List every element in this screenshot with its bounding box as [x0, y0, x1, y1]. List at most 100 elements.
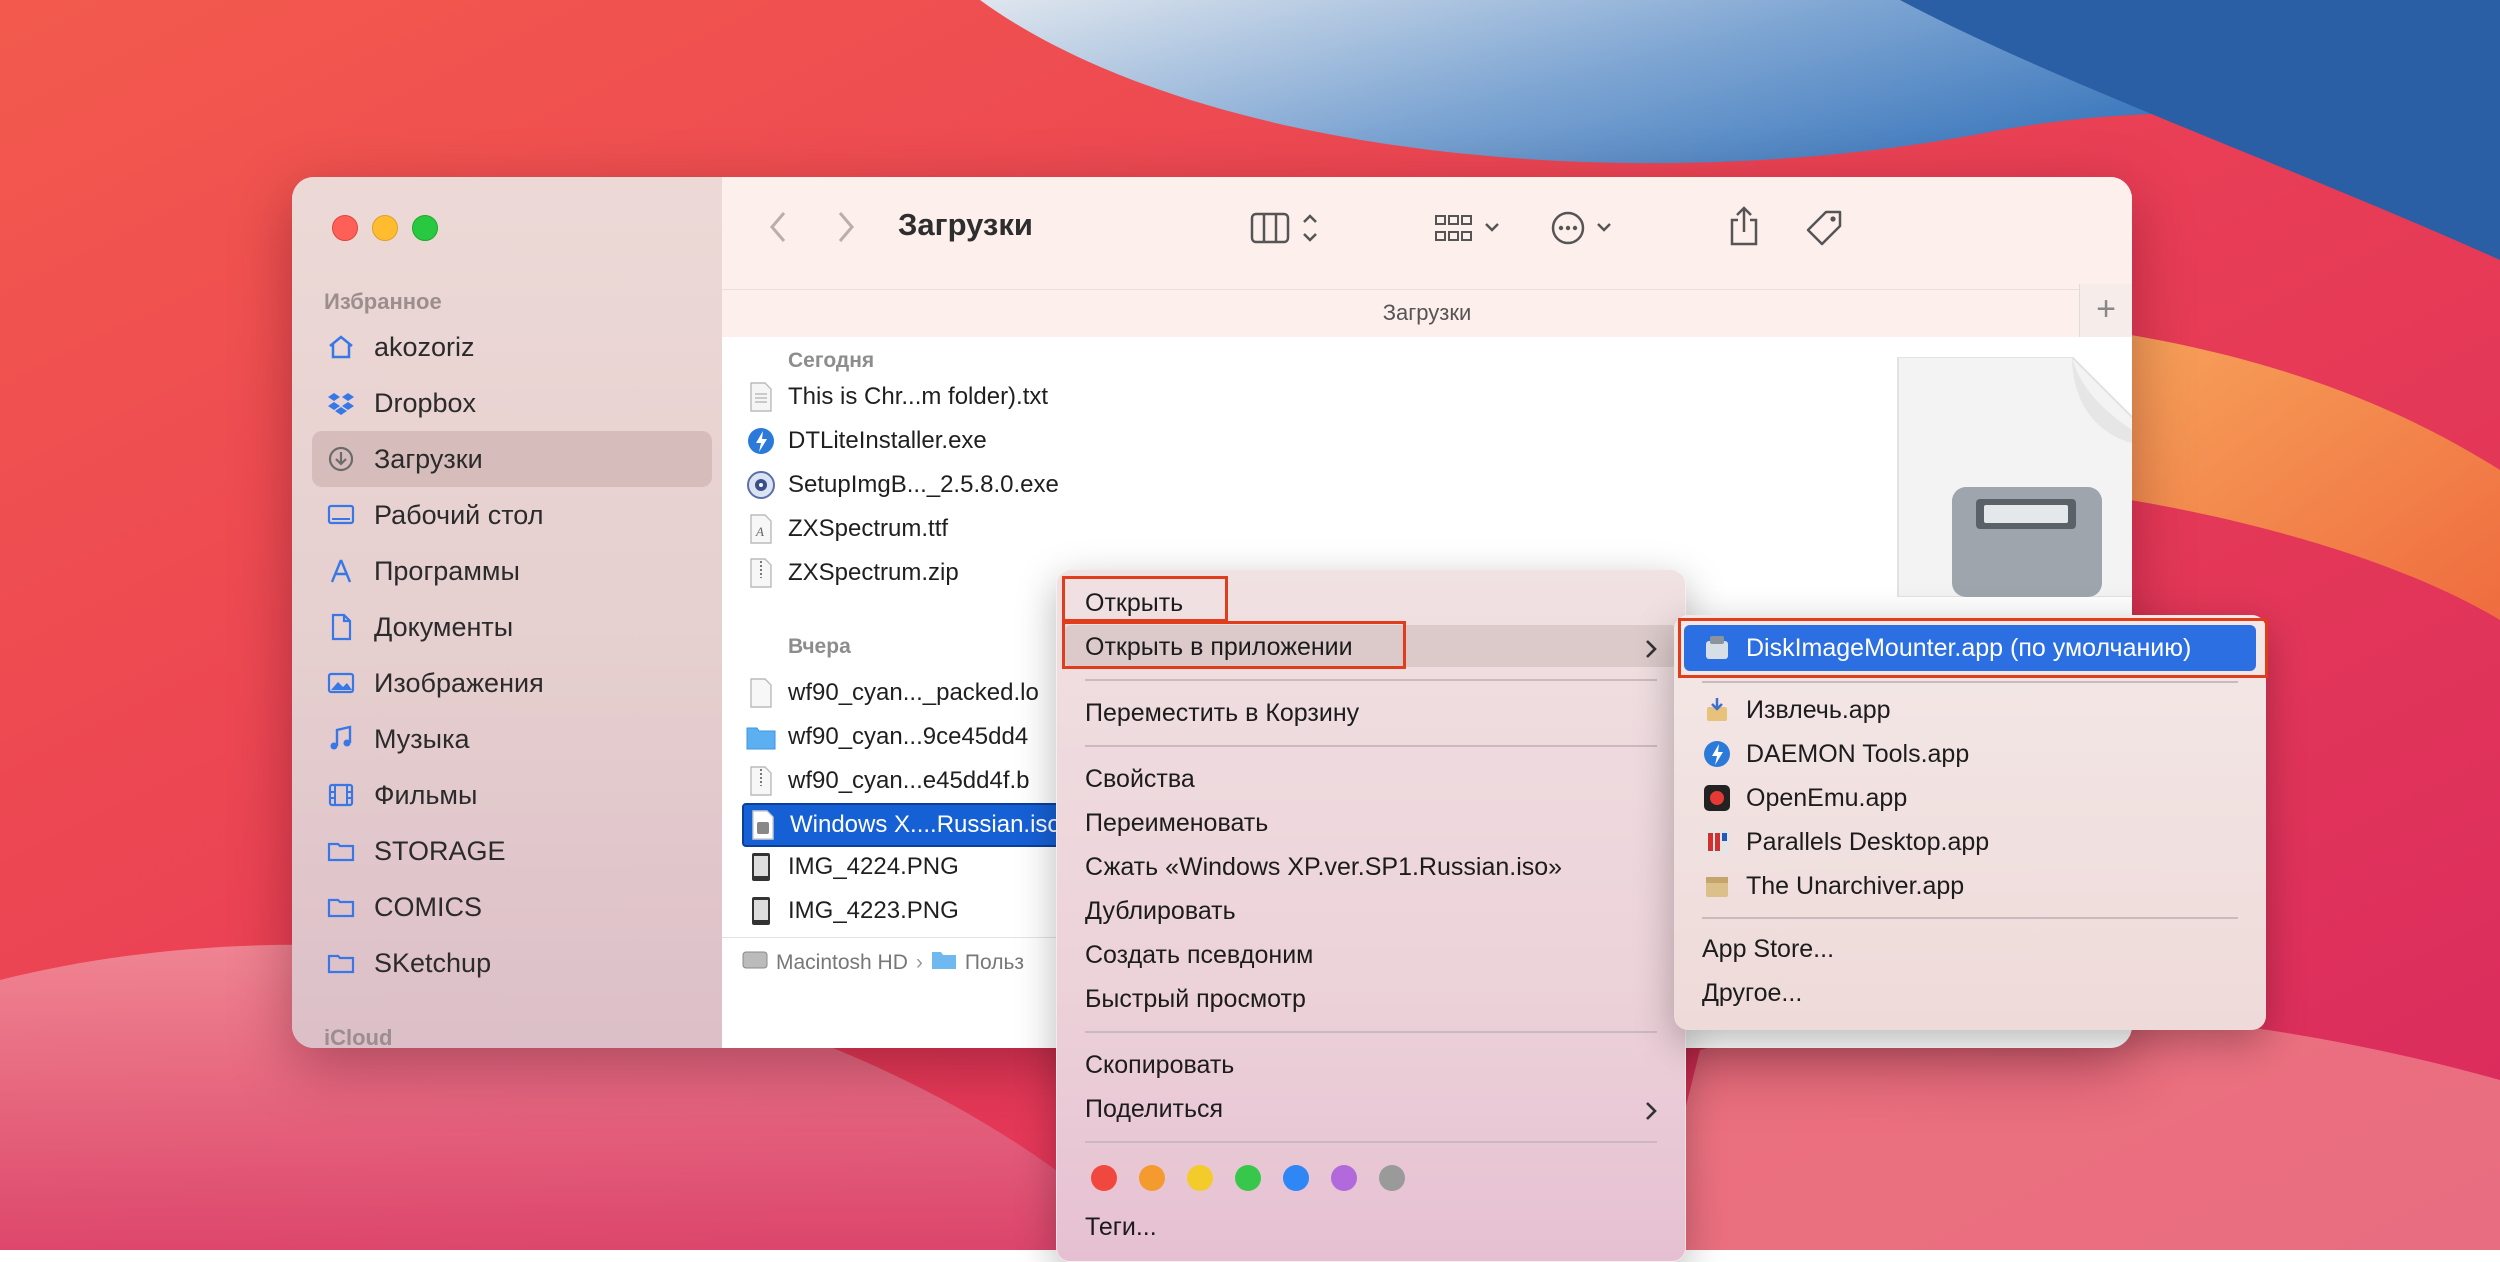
unarchiver-icon: [1706, 877, 1728, 897]
file-name: SetupImgB..._2.5.8.0.exe: [788, 471, 1059, 498]
sidebar-item-documents[interactable]: Документы: [312, 599, 712, 655]
photo-icon: [324, 666, 358, 700]
tag-blue-dot[interactable]: [1283, 1165, 1309, 1191]
file-row[interactable]: DTLiteInstaller.exe: [742, 421, 1132, 461]
menu-item-share[interactable]: Поделиться: [1085, 1095, 1223, 1124]
zip-file-icon: [746, 557, 776, 589]
sidebar-item-label: akozoriz: [374, 331, 475, 362]
sidebar-item-home[interactable]: akozoriz: [312, 319, 712, 375]
daemon-tools-icon: [746, 425, 776, 457]
forward-button[interactable]: [826, 207, 866, 247]
new-tab-button[interactable]: +: [2079, 284, 2132, 337]
view-mode-button[interactable]: [1248, 205, 1332, 251]
sidebar-item-applications[interactable]: Программы: [312, 543, 712, 599]
menu-item-get-info[interactable]: Свойства: [1085, 765, 1195, 794]
sidebar-item-label: SKetchup: [374, 947, 492, 978]
back-button[interactable]: [758, 207, 798, 247]
submenu-item-app[interactable]: The Unarchiver.app: [1702, 871, 1964, 901]
menu-item-tags[interactable]: Теги...: [1085, 1213, 1157, 1242]
folder-icon: [324, 834, 358, 868]
tag-button[interactable]: [1800, 205, 1848, 251]
file-row-selected[interactable]: Windows X....Russian.iso: [742, 803, 1066, 847]
film-icon: [324, 778, 358, 812]
parallels-icon: [1705, 830, 1729, 854]
menu-item-compress[interactable]: Сжать «Windows XP.ver.SP1.Russian.iso»: [1085, 853, 1562, 882]
close-window-button[interactable]: [332, 215, 358, 241]
font-file-icon: A: [746, 513, 776, 545]
sidebar-item-desktop[interactable]: Рабочий стол: [312, 487, 712, 543]
menu-separator: [1702, 917, 2238, 919]
tag-yellow-dot[interactable]: [1187, 1165, 1213, 1191]
app-label: The Unarchiver.app: [1746, 871, 1965, 900]
tag-purple-dot[interactable]: [1331, 1165, 1357, 1191]
sidebar-item-label: Документы: [374, 611, 514, 642]
sidebar-item-label: Программы: [374, 555, 520, 586]
sidebar-item-pictures[interactable]: Изображения: [312, 655, 712, 711]
tag-red-dot[interactable]: [1091, 1165, 1117, 1191]
minimize-window-button[interactable]: [372, 215, 398, 241]
file-name: ZXSpectrum.zip: [788, 559, 959, 586]
folder-icon: [746, 721, 776, 753]
app-label: Parallels Desktop.app: [1746, 827, 1990, 856]
sidebar-item-storage[interactable]: STORAGE: [312, 823, 712, 879]
tag-gray-dot[interactable]: [1379, 1165, 1405, 1191]
image-file-icon: [746, 895, 776, 927]
grid-icon: [1435, 215, 1499, 241]
sidebar-item-dropbox[interactable]: Dropbox: [312, 375, 712, 431]
applications-icon: [324, 554, 358, 588]
menu-item-quick-look[interactable]: Быстрый просмотр: [1085, 985, 1306, 1014]
file-row[interactable]: A ZXSpectrum.ttf: [742, 509, 1132, 549]
svg-text:A: A: [755, 524, 764, 539]
submenu-item-app[interactable]: Parallels Desktop.app: [1702, 827, 1989, 857]
submenu-item-app-store[interactable]: App Store...: [1702, 935, 1834, 964]
tag-green-dot[interactable]: [1235, 1165, 1261, 1191]
favorites-header: Избранное: [324, 289, 442, 314]
folder-icon: [324, 946, 358, 980]
sidebar-item-comics[interactable]: COMICS: [312, 879, 712, 935]
submenu-item-app[interactable]: DAEMON Tools.app: [1702, 739, 1969, 769]
tag-orange-dot[interactable]: [1139, 1165, 1165, 1191]
sidebar-item-sketchup[interactable]: SKetchup: [312, 935, 712, 991]
submenu-item-app[interactable]: Извлечь.app: [1702, 695, 1891, 725]
file-row[interactable]: SetupImgB..._2.5.8.0.exe: [742, 465, 1132, 505]
menu-item-move-to-trash[interactable]: Переместить в Корзину: [1085, 699, 1359, 728]
sidebar-item-label: Фильмы: [374, 779, 478, 810]
file-name: wf90_cyan..._packed.lo: [788, 679, 1039, 706]
sidebar-item-label: STORAGE: [374, 835, 506, 866]
file-name: DTLiteInstaller.exe: [788, 427, 987, 454]
menu-separator: [1085, 745, 1657, 747]
daemon-tools-icon: [1704, 741, 1730, 767]
document-icon: [746, 677, 776, 709]
disk-image-preview-icon: [1897, 357, 2132, 597]
tag-icon: [1806, 210, 1842, 246]
sidebar-item-label: Dropbox: [374, 387, 477, 418]
columns-view-icon: [1250, 212, 1317, 244]
sidebar-item-music[interactable]: Музыка: [312, 711, 712, 767]
file-name: This is Chr...m folder).txt: [788, 383, 1049, 410]
path-item[interactable]: Macintosh HD: [776, 951, 908, 975]
menu-separator: [1085, 1031, 1657, 1033]
path-item[interactable]: Польз: [965, 951, 1024, 975]
hard-drive-icon: [742, 949, 768, 977]
sidebar-item-downloads[interactable]: Загрузки: [312, 431, 712, 487]
submenu-item-other[interactable]: Другое...: [1702, 979, 1802, 1008]
sidebar-item-movies[interactable]: Фильмы: [312, 767, 712, 823]
submenu-item-app[interactable]: OpenEmu.app: [1702, 783, 1907, 813]
menu-item-rename[interactable]: Переименовать: [1085, 809, 1268, 838]
menu-item-copy[interactable]: Скопировать: [1085, 1051, 1234, 1080]
icloud-header: iCloud: [324, 1025, 393, 1048]
group-button[interactable]: [1432, 205, 1512, 251]
zoom-window-button[interactable]: [412, 215, 438, 241]
share-button[interactable]: [1722, 201, 1766, 251]
music-icon: [324, 722, 358, 756]
dropbox-icon: [324, 386, 358, 420]
disk-image-icon: [748, 809, 778, 841]
menu-item-duplicate[interactable]: Дублировать: [1085, 897, 1236, 926]
file-row[interactable]: This is Chr...m folder).txt: [742, 377, 1132, 417]
annotation-box-default-app: [1678, 618, 2268, 678]
installer-disc-icon: [746, 469, 776, 501]
home-icon: [324, 330, 358, 364]
menu-separator: [1085, 1141, 1657, 1143]
action-button[interactable]: [1548, 205, 1628, 251]
menu-item-make-alias[interactable]: Создать псевдоним: [1085, 941, 1313, 970]
